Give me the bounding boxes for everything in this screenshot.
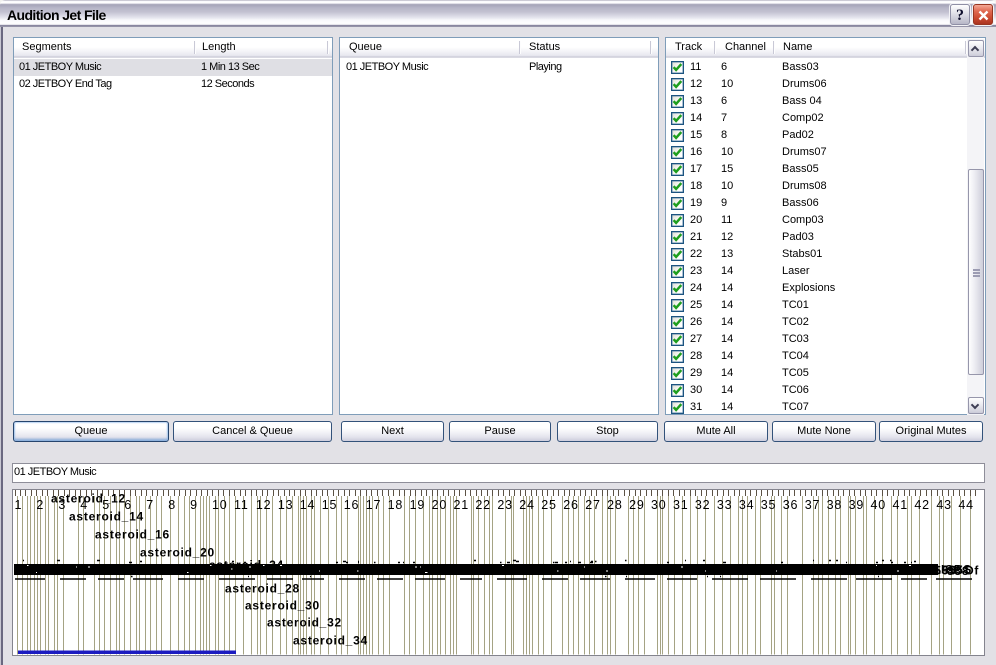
svg-text:23: 23 [497,498,513,512]
svg-text:38: 38 [827,498,843,512]
svg-text:27: 27 [585,498,601,512]
svg-text:13: 13 [278,498,294,512]
svg-text:33: 33 [717,498,733,512]
svg-text:36: 36 [783,498,799,512]
svg-text:18: 18 [388,498,404,512]
svg-text:14: 14 [300,498,316,512]
svg-text:31: 31 [673,498,689,512]
svg-text:10: 10 [212,498,228,512]
svg-text:41: 41 [893,498,909,512]
svg-text:11: 11 [234,498,249,512]
svg-text:1: 1 [15,498,23,512]
svg-text:20: 20 [432,498,448,512]
svg-text:9: 9 [190,498,198,512]
svg-text:35: 35 [761,498,777,512]
svg-text:28: 28 [607,498,623,512]
svg-text:40: 40 [871,498,887,512]
svg-text:30: 30 [651,498,667,512]
svg-text:asteroid_12: asteroid_12 [51,492,126,506]
svg-text:2: 2 [36,498,44,512]
svg-text:7: 7 [146,498,154,512]
svg-text:25: 25 [541,498,557,512]
svg-text:39: 39 [849,498,865,512]
svg-text:Df: Df [965,564,979,578]
svg-text:44: 44 [958,498,974,512]
svg-text:43: 43 [936,498,952,512]
svg-text:24: 24 [519,498,535,512]
svg-text:16: 16 [344,498,360,512]
svg-text:17: 17 [366,498,382,512]
svg-text:22: 22 [475,498,491,512]
svg-text:15: 15 [322,498,338,512]
svg-text:34: 34 [739,498,755,512]
svg-text:8: 8 [168,498,176,512]
svg-text:32: 32 [695,498,711,512]
svg-text:asteroid_32: asteroid_32 [267,616,342,630]
svg-text:21: 21 [454,498,470,512]
svg-text:12: 12 [256,498,272,512]
svg-text:asteroid_30: asteroid_30 [245,599,320,613]
svg-text:42: 42 [914,498,930,512]
svg-text:19: 19 [410,498,426,512]
svg-text:asteroid_34: asteroid_34 [293,634,368,648]
svg-text:29: 29 [629,498,645,512]
svg-text:asteroid_14: asteroid_14 [69,510,144,524]
svg-text:asteroid_16: asteroid_16 [95,528,170,542]
svg-text:asteroid_20: asteroid_20 [140,546,215,560]
svg-text:37: 37 [805,498,821,512]
svg-text:26: 26 [563,498,579,512]
svg-text:asteroid_28: asteroid_28 [225,582,300,596]
